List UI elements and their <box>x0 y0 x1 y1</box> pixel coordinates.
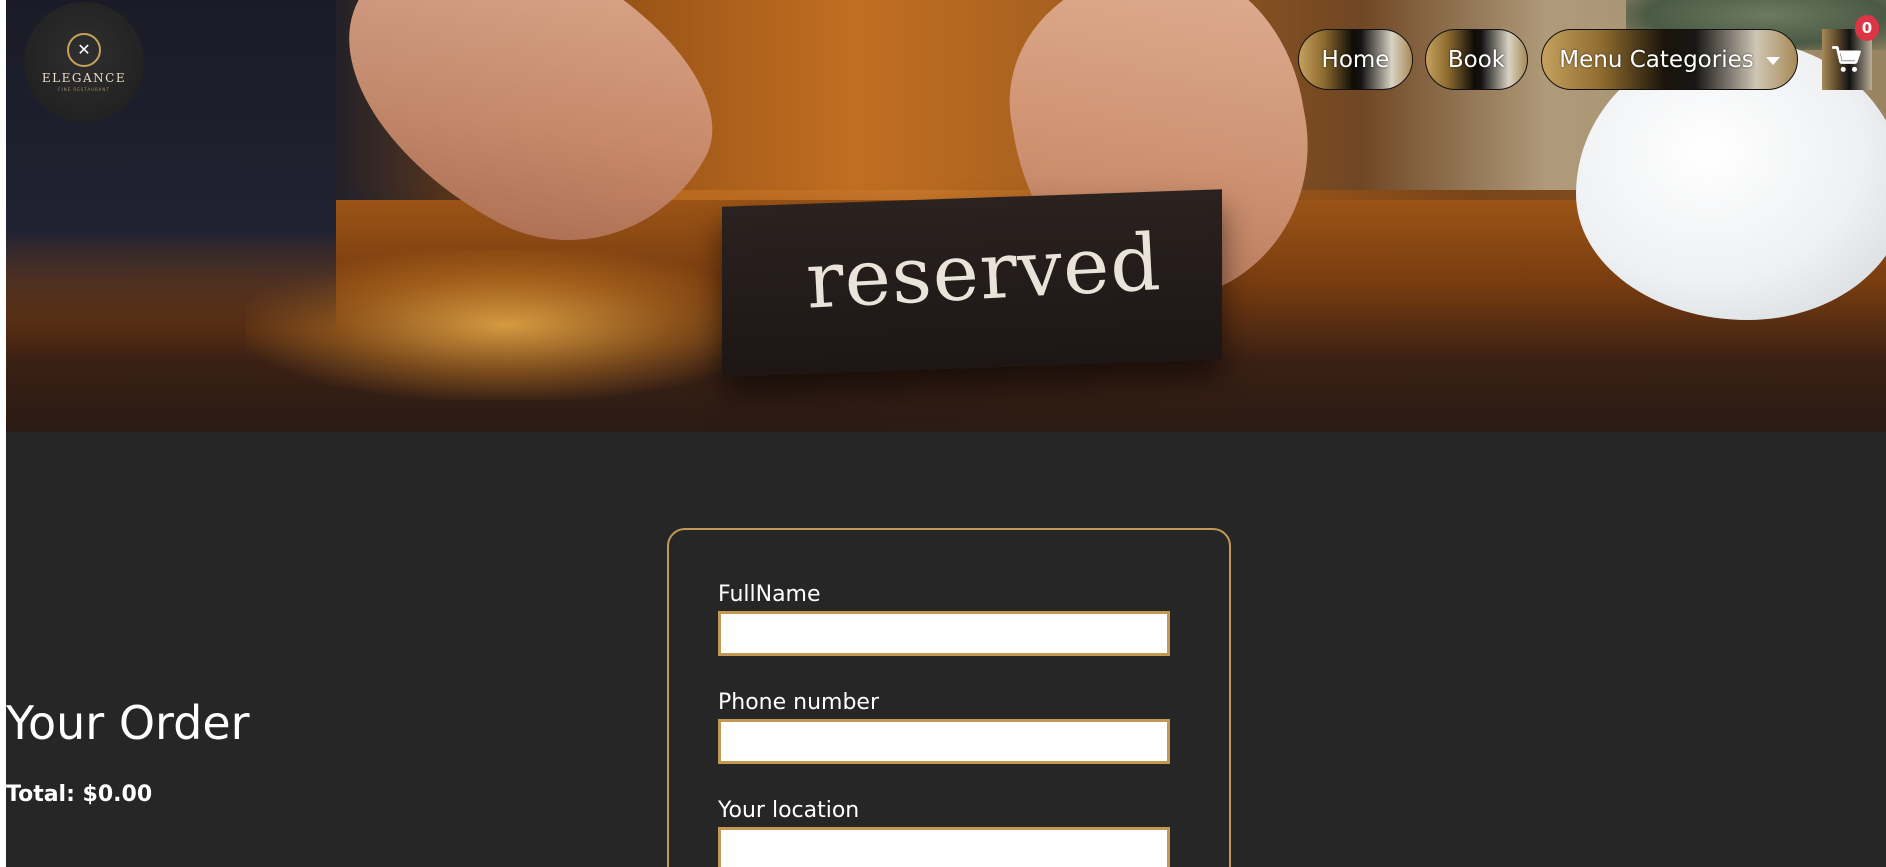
nav-home-label: Home <box>1321 46 1390 73</box>
page: reserved ✕ ELEGANCE FINE RESTAURANT Home… <box>0 0 1886 867</box>
phone-number-input[interactable] <box>718 719 1170 764</box>
nav-menu-categories-label: Menu Categories <box>1559 46 1754 73</box>
phone-number-label: Phone number <box>718 690 880 715</box>
order-total: Total: $0.00 <box>6 782 153 807</box>
shopping-cart-icon <box>1832 45 1861 72</box>
order-title: Your Order <box>6 696 250 750</box>
caret-down-icon <box>1765 56 1780 65</box>
brand-tagline: FINE RESTAURANT <box>58 86 110 92</box>
location-input[interactable] <box>718 827 1170 867</box>
full-name-label: FullName <box>718 582 821 607</box>
nav-book-button[interactable]: Book <box>1425 29 1528 90</box>
location-label: Your location <box>718 798 860 823</box>
brand-name: ELEGANCE <box>41 70 127 85</box>
fork-knife-icon: ✕ <box>67 32 101 67</box>
reserved-sign-text: reserved <box>803 218 1164 327</box>
brand-logo[interactable]: ✕ ELEGANCE FINE RESTAURANT <box>24 2 144 122</box>
nav-home-button[interactable]: Home <box>1298 29 1413 90</box>
nav-menu-categories-dropdown[interactable]: Menu Categories <box>1541 29 1798 90</box>
nav-book-label: Book <box>1447 46 1506 73</box>
cart-count-badge: 0 <box>1855 15 1879 41</box>
full-name-input[interactable] <box>718 611 1170 656</box>
